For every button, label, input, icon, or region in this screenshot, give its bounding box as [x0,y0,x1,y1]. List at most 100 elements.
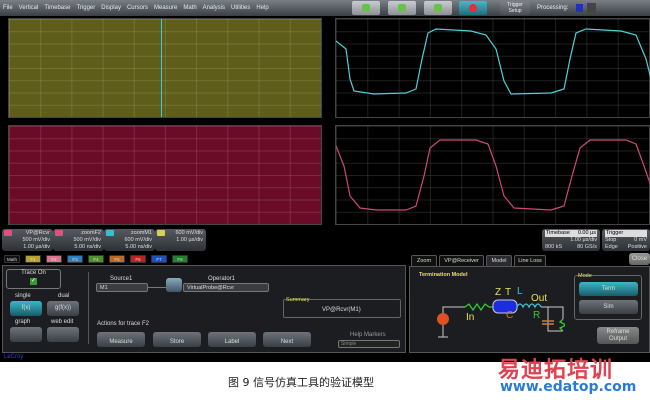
trigger-label: Trigger [605,230,647,237]
trace-tag [4,230,12,236]
trace-tag [106,230,114,236]
timebase-tdiv: 1.00 µs/div [570,237,597,243]
store-button[interactable]: Store [153,332,201,347]
zoom-f2-waveform [335,139,650,211]
lecroy-logo: LeCroy [4,354,24,360]
close-button[interactable]: Close [629,253,650,265]
actions-label: Actions for trace F2 [97,321,150,327]
function-tab-f7[interactable]: F7 [151,255,167,263]
schematic-l-label: L [517,286,523,297]
connector-line [148,287,166,288]
menu-utilities[interactable]: Utilities [228,5,253,11]
schematic-in-label: In [466,312,475,323]
trace-descriptor[interactable]: zoomF2 500 mV/div 5.00 ns/div [53,229,104,251]
menu-file[interactable]: File [0,5,16,11]
label-button[interactable]: Label [208,332,256,347]
function-tab-f4[interactable]: F4 [88,255,104,263]
termination-model-title: Termination Model [419,272,468,278]
trace-on-label: Trace On [21,270,46,276]
function-tab-f6[interactable]: F6 [130,255,146,263]
timebase-label: Timebase [546,230,570,236]
checkbox-checked-icon: ✓ [30,278,37,285]
processing-indicator [576,4,583,12]
oscilloscope-window: File Vertical Timebase Trigger Display Cursor… [0,0,650,362]
trace-on-toggle[interactable]: Trace On ✓ [6,269,61,289]
figure-caption: 图 9 信号仿真工具的验证模型 [228,376,374,389]
function-tab-f2[interactable]: F2 [46,255,62,263]
operator-icon[interactable] [166,278,182,292]
operator-field[interactable]: VirtualProbe@Rcvr [183,283,269,292]
tab-zoom[interactable]: Zoom [411,255,437,266]
mode-label: Mode [578,273,592,279]
summary-value: VP@Rcvr(M1) [322,307,361,313]
web-edit-label: web edit [51,319,74,325]
single-function-button[interactable]: f(x) [10,301,42,316]
tab-model[interactable]: Model [486,255,512,266]
mode-group: Mode Term Sim [574,273,642,320]
schematic-r-label: R [533,310,541,321]
menu-math[interactable]: Math [180,5,199,11]
trace-tdiv: 5.00 ns/div [74,244,101,250]
menu-vertical[interactable]: Vertical [16,5,42,11]
menu-measure[interactable]: Measure [151,5,180,11]
source-label: Source1 [110,276,133,282]
menu-timebase[interactable]: Timebase [41,5,73,11]
web-edit-button[interactable] [47,327,79,342]
next-button[interactable]: Next [263,332,311,347]
trace-descriptor[interactable]: zoomM1 600 mV/div 5.00 ns/div [104,229,155,251]
trigger-setup-button[interactable]: Trigger Setup [500,1,530,15]
dual-function-button[interactable]: g(f(x)) [47,301,79,316]
function-tab-f8[interactable]: F8 [172,255,188,263]
help-markers-label: Help Markers [350,332,386,338]
timebase-rate: 80 GS/s [577,244,597,250]
toolbar-button-3[interactable] [424,1,452,15]
help-markers-select[interactable]: Simple [338,340,400,348]
operator-label: Operator1 [208,276,236,282]
processing-arrow[interactable] [587,3,596,13]
schematic-t-label: T [505,287,512,298]
stop-button[interactable] [459,1,487,15]
trace-tdiv: 1.00 µs/div [23,244,50,250]
toolbar-button-1[interactable] [352,1,380,15]
menu-help[interactable]: Help [253,5,271,11]
dual-label: dual [58,293,70,299]
function-tab-f1[interactable]: F1 [25,255,41,263]
reframe-output-button[interactable]: Reframe Output [597,327,639,344]
timebase-samples: 800 kS [545,244,563,250]
zoom-m1-waveform [335,28,650,95]
menu-cursors[interactable]: Cursors [124,5,151,11]
trigger-slope: Positive [627,244,647,250]
trigger-type: Edge [605,244,618,250]
menu-trigger[interactable]: Trigger [73,5,98,11]
measure-button[interactable]: Measure [97,332,145,347]
divider [88,272,89,344]
function-tab-math[interactable]: Math [4,255,20,263]
summary-box: Summary VP@Rcvr(M1) [283,297,401,318]
menu-display[interactable]: Display [98,5,124,11]
graph-label: graph [15,319,31,325]
schematic-c-label: C [506,310,514,321]
grid-zoom-f2 [335,125,650,225]
mode-sim-button[interactable]: Sim [579,300,638,314]
trace-vdiv: 500 mV/div [22,237,50,243]
timebase-descriptor[interactable]: Timebase 0.00 µs 1.00 µs/div 800 kS 80 GS/… [542,229,600,251]
trigger-descriptor[interactable]: Trigger Stop 0 mV Edge Positive [602,229,650,251]
schematic-out-label: Out [531,293,548,304]
toolbar-button-2[interactable] [388,1,416,15]
menu-analysis[interactable]: Analysis [200,5,228,11]
timebase-delay: 0.00 µs [577,230,596,236]
single-label: single [15,293,31,299]
graph-button[interactable] [10,327,42,342]
trigger-level: 0 mV [634,237,647,243]
model-panel: Termination Model Z T L Out In C R Mode … [409,266,650,353]
mode-term-button[interactable]: Term [579,282,638,296]
function-tab-f3[interactable]: F3 [67,255,83,263]
tab-line-loss[interactable]: Line Loss [514,255,546,266]
trace-descriptor[interactable]: VP@Rcvr 500 mV/div 1.00 µs/div [2,229,53,251]
source-field[interactable]: M1 [96,283,148,292]
function-tab-f5[interactable]: F5 [109,255,125,263]
trace-tdiv: 5.00 ns/div [125,244,152,250]
trace-descriptor[interactable]: 600 mV/div 1.00 µs/div [155,229,206,251]
trigger-mode: Stop [605,237,617,243]
tab-vp-receiver[interactable]: VP@Receiver [439,255,484,266]
